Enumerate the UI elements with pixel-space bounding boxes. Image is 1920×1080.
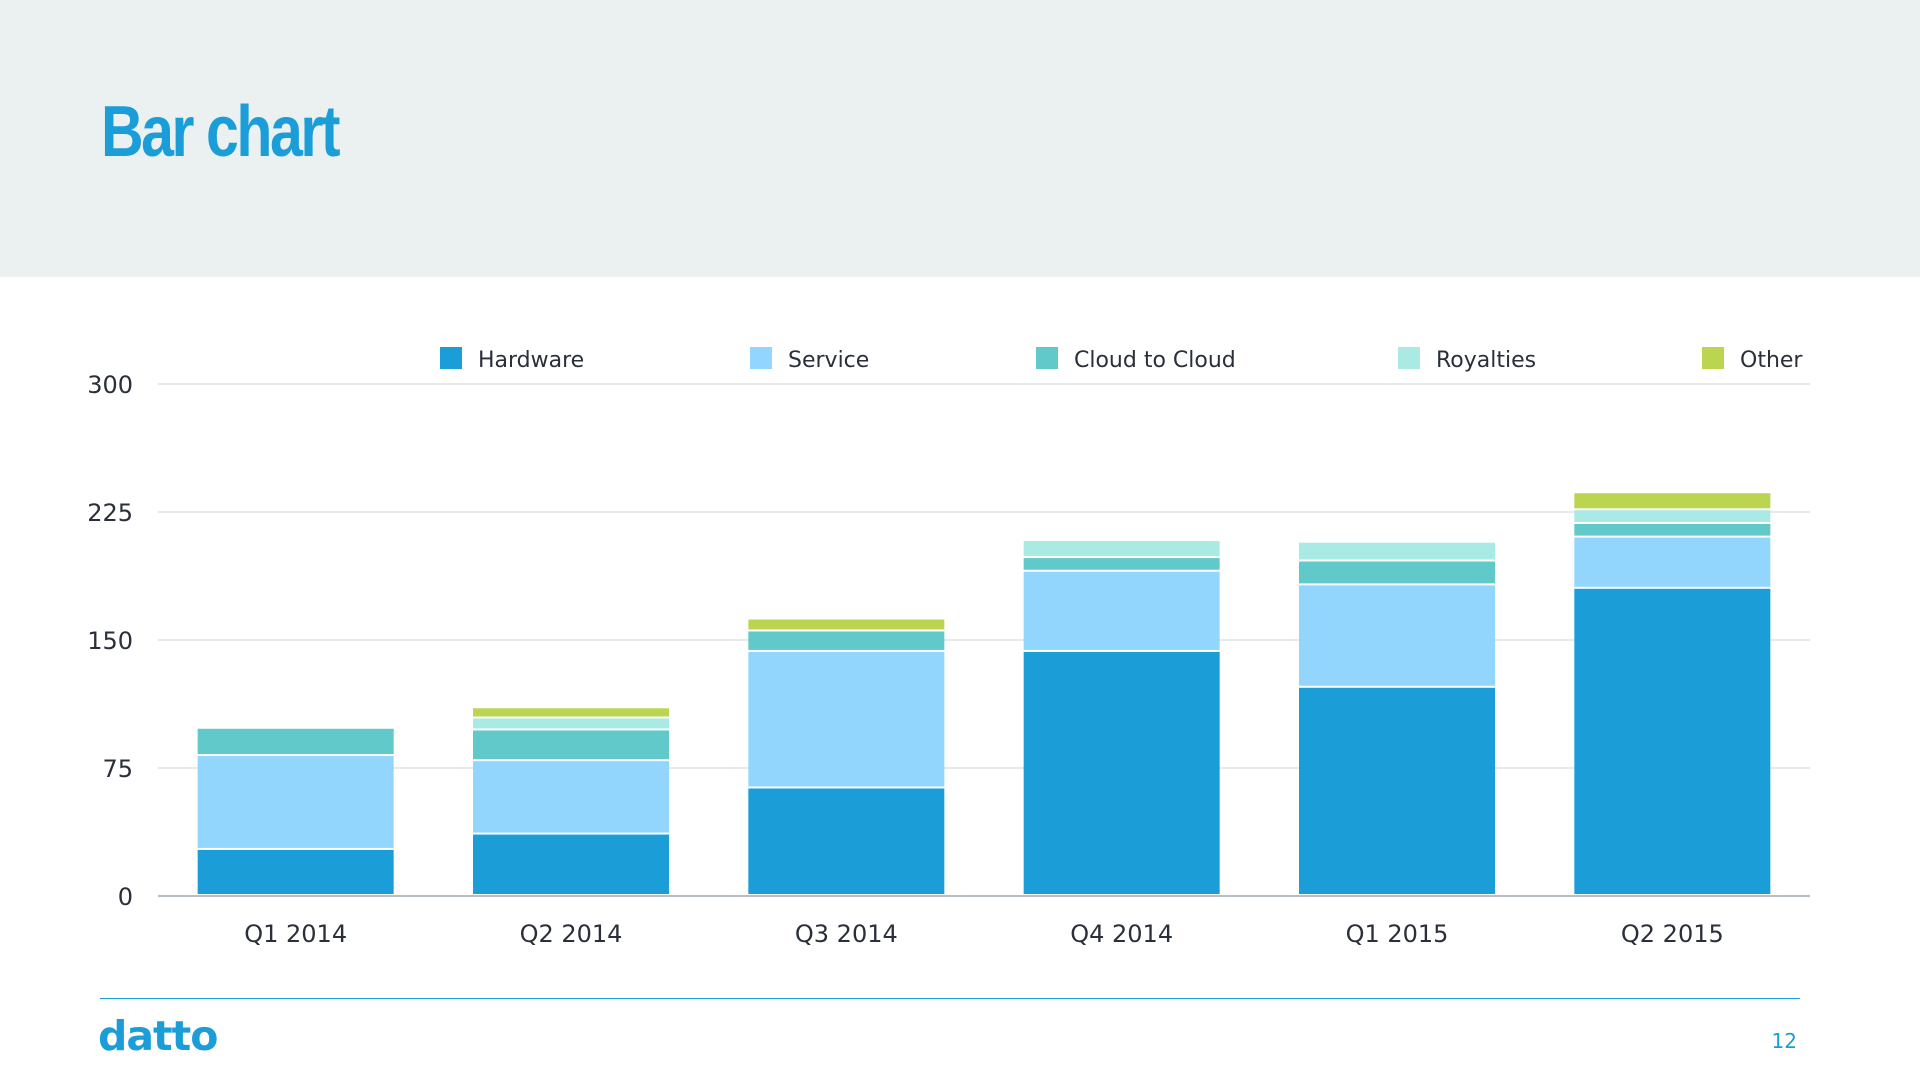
stacked-bar-chart: 0 75 150 225 300 Q1 2014 Q2 2014 Q3 2014 Q4 2014… (87, 347, 1810, 948)
bar-segment (1299, 585, 1495, 686)
legend-label: Cloud to Cloud (1074, 348, 1236, 373)
bar-segment (748, 651, 945, 787)
bar-segment (1574, 588, 1771, 894)
bar-segment (473, 718, 669, 729)
x-tick-label: Q4 2014 (1070, 920, 1173, 948)
bar-segment (197, 728, 394, 755)
bar-segment (1299, 542, 1495, 560)
page-number: 12 (1771, 1029, 1797, 1053)
bar-segment (197, 756, 394, 848)
bar-segment (1574, 510, 1771, 522)
bar-segment (1023, 558, 1220, 570)
legend-swatch (1702, 347, 1724, 369)
legend-swatch (1398, 347, 1420, 369)
bar-segment (1023, 651, 1220, 894)
y-tick-label: 0 (118, 883, 133, 911)
legend-label: Hardware (478, 348, 584, 373)
bar-segment (473, 708, 669, 717)
bar-segment (1299, 687, 1495, 894)
legend-swatch (440, 347, 462, 369)
bar-segment (473, 730, 669, 760)
bar-segment (197, 849, 394, 894)
bar-segment (1299, 561, 1495, 584)
y-tick-label: 225 (87, 499, 133, 527)
bar-segment (1023, 571, 1220, 650)
bar-segment (1574, 493, 1771, 509)
x-tick-label: Q2 2015 (1621, 920, 1724, 948)
legend-swatch (1036, 347, 1058, 369)
bar-segment (748, 619, 945, 630)
legend-label: Other (1740, 348, 1803, 373)
x-tick-label: Q1 2015 (1346, 920, 1449, 948)
x-tick-label: Q2 2014 (520, 920, 623, 948)
y-tick-label: 75 (102, 755, 133, 783)
x-tick-label: Q3 2014 (795, 920, 898, 948)
bar-segment (1574, 537, 1771, 587)
bar-segment (473, 761, 669, 833)
y-tick-label: 300 (87, 371, 133, 399)
bar-segment (1574, 523, 1771, 536)
bar-segment (473, 834, 669, 894)
datto-logo: datto (98, 1012, 218, 1060)
footer-divider (100, 998, 1800, 999)
x-tick-label: Q1 2014 (244, 920, 347, 948)
legend-label: Service (788, 348, 869, 373)
y-tick-label: 150 (87, 627, 133, 655)
legend-swatch (750, 347, 772, 369)
bar-segment (748, 788, 945, 894)
bar-segment (1023, 541, 1220, 557)
bar-segment (748, 631, 945, 650)
legend-label: Royalties (1436, 348, 1536, 373)
